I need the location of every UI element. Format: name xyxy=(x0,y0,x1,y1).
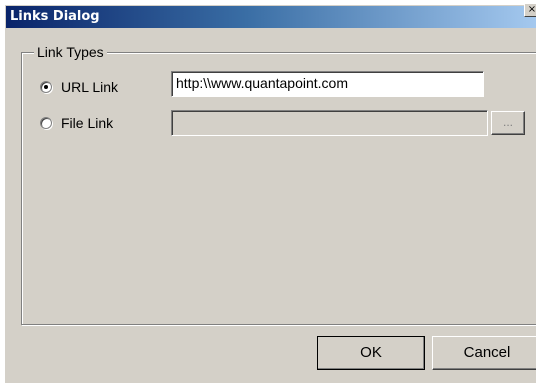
link-types-group-label: Link Types xyxy=(34,44,107,60)
browse-button: ... xyxy=(491,111,525,135)
url-link-radio-option[interactable]: URL Link xyxy=(40,77,118,97)
file-link-radio[interactable] xyxy=(40,117,52,129)
ok-button[interactable]: OK xyxy=(317,336,425,370)
close-button[interactable]: × xyxy=(524,3,536,17)
file-link-label[interactable]: File Link xyxy=(61,115,113,131)
url-link-input[interactable]: http:\\www.quantapoint.com xyxy=(171,71,484,97)
title-bar[interactable]: Links Dialog xyxy=(6,6,536,28)
dialog-title: Links Dialog xyxy=(10,9,100,24)
url-link-radio[interactable] xyxy=(40,81,52,93)
radio-selected-dot-icon xyxy=(44,85,48,89)
close-icon: × xyxy=(527,4,536,15)
file-link-input xyxy=(171,110,488,136)
file-link-radio-option[interactable]: File Link xyxy=(40,113,113,133)
url-link-label[interactable]: URL Link xyxy=(61,79,118,95)
cancel-button[interactable]: Cancel xyxy=(432,336,536,370)
